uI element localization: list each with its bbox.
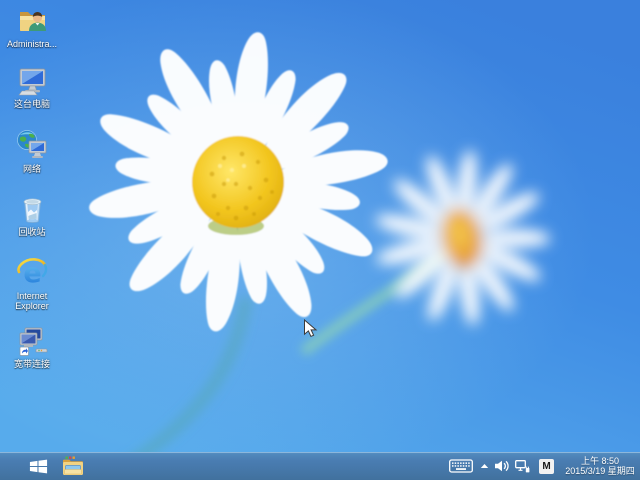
desktop-icon-recycle-bin[interactable]: 回收站	[1, 192, 63, 237]
icon-label: 回收站	[18, 227, 46, 237]
network-icon[interactable]	[515, 459, 530, 473]
desktop-icon-network[interactable]: 网络	[1, 129, 63, 174]
start-button[interactable]	[20, 454, 56, 478]
desktop-icon-internet-explorer[interactable]: e Internet Explorer	[1, 256, 63, 311]
icon-label: Administra...	[6, 39, 57, 49]
touch-keyboard-icon[interactable]	[449, 459, 473, 473]
desktop: Administra... 这台电脑 网络 回收站 e Internet Exp…	[0, 0, 640, 480]
icon-label: 宽带连接	[13, 359, 50, 369]
icon-label: 这台电脑	[13, 99, 50, 109]
system-tray: M 上午 8:50 2015/3/19 星期四	[449, 452, 640, 480]
ime-indicator[interactable]: M	[539, 458, 554, 474]
desktop-icon-broadband-connection[interactable]: 宽带连接	[1, 324, 63, 369]
file-explorer-icon	[63, 456, 83, 475]
mouse-cursor-arrow-icon	[304, 319, 318, 338]
taskbar-file-explorer-button[interactable]	[58, 454, 88, 478]
wallpaper-daisy	[0, 0, 640, 452]
show-hidden-icons-chevron[interactable]	[480, 463, 489, 469]
recycle-bin-icon	[23, 198, 41, 223]
icon-label: Internet Explorer	[15, 291, 49, 311]
network-icon	[16, 130, 46, 158]
taskbar-clock[interactable]: 上午 8:50 2015/3/19 星期四	[563, 456, 637, 477]
icon-label: 网络	[22, 164, 41, 174]
desktop-icon-this-pc[interactable]: 这台电脑	[1, 64, 63, 109]
clock-time: 上午 8:50	[580, 455, 620, 466]
clock-date: 2015/3/19 星期四	[565, 466, 635, 476]
desktop-icon-administrator[interactable]: Administra...	[1, 4, 63, 49]
computer-icon	[17, 68, 45, 96]
broadband-connection-icon	[19, 327, 47, 356]
svg-text:e: e	[23, 258, 41, 289]
volume-icon[interactable]	[495, 460, 509, 472]
internet-explorer-icon: e	[16, 258, 47, 289]
windows-logo-icon	[29, 459, 47, 473]
user-folder-icon	[19, 12, 46, 31]
taskbar: M 上午 8:50 2015/3/19 星期四	[0, 452, 640, 480]
